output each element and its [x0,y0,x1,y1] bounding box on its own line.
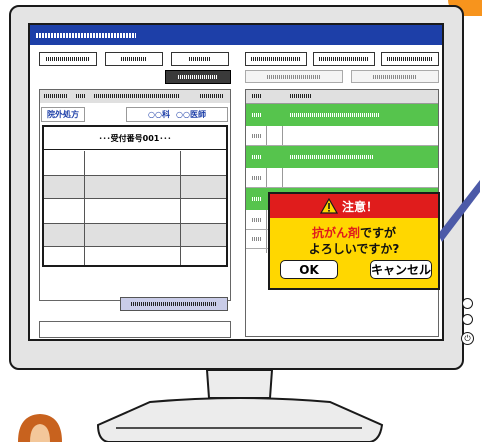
power-icon[interactable]: ⏻ [461,332,474,345]
department-doctor-box: ○○科 ○○医師 [126,107,228,122]
warning-dialog: 注意！ 抗がん剤ですが よろしいですか? OK キャンセル [268,192,440,290]
department-label: ○○科 [148,110,170,119]
receipt-number-label: ･･･受付番号001･･･ [98,133,172,143]
ok-button[interactable]: OK [280,260,338,279]
toolbar-button-dark[interactable] [165,70,231,84]
toolbar-right-button-5[interactable] [351,70,439,83]
dialog-message-line1: 抗がん剤ですが [270,224,438,241]
list-row-highlight[interactable] [246,104,438,126]
dialog-title: 注意！ [342,200,379,214]
cancel-button-label: キャンセル [371,263,432,277]
receipt-header: ･･･受付番号001･･･ [44,127,226,150]
left-action-button[interactable] [120,297,228,311]
ok-button-label: OK [299,262,319,277]
list-row-highlight[interactable] [246,146,438,168]
toolbar-right-button-1[interactable] [245,52,307,66]
dialog-line1-rest: ですが [360,226,397,240]
window-titlebar [30,25,442,45]
prescription-tab[interactable]: 院外処方 [41,107,85,122]
receipt-row [44,224,226,247]
dialog-drug-word: 抗がん剤 [311,226,360,240]
toolbar-button-2[interactable] [105,52,163,66]
doctor-label: ○○医師 [176,110,206,119]
toolbar-right-button-4[interactable] [245,70,343,83]
receipt-col-divider [84,151,85,265]
dialog-header: 注意！ [270,194,438,218]
window-title-placeholder [36,33,136,38]
receipt-row [44,151,226,176]
toolbar-right-button-3[interactable] [381,52,439,66]
left-bottom-field[interactable] [39,321,231,338]
dialog-message-line2: よろしいですか? [308,242,400,256]
toolbar-right-button-2[interactable] [313,52,375,66]
prescription-tab-label: 院外処方 [47,110,79,119]
monitor-button-2[interactable] [462,314,473,325]
app-screen: 院外処方 ○○科 ○○医師 ･･･受付番号001･･･ [28,23,444,341]
toolbar-button-3[interactable] [171,52,229,66]
receipt-col-divider [180,151,181,265]
right-panel-header [246,90,438,104]
monitor-button-1[interactable] [462,298,473,309]
list-row[interactable] [246,127,438,146]
left-panel-header [40,90,230,103]
cancel-button[interactable]: キャンセル [370,260,432,279]
receipt-table: ･･･受付番号001･･･ [42,125,228,267]
list-row[interactable] [246,169,438,188]
toolbar-button-1[interactable] [39,52,97,66]
receipt-row [44,199,226,224]
receipt-row [44,176,226,199]
warning-icon [320,198,338,214]
